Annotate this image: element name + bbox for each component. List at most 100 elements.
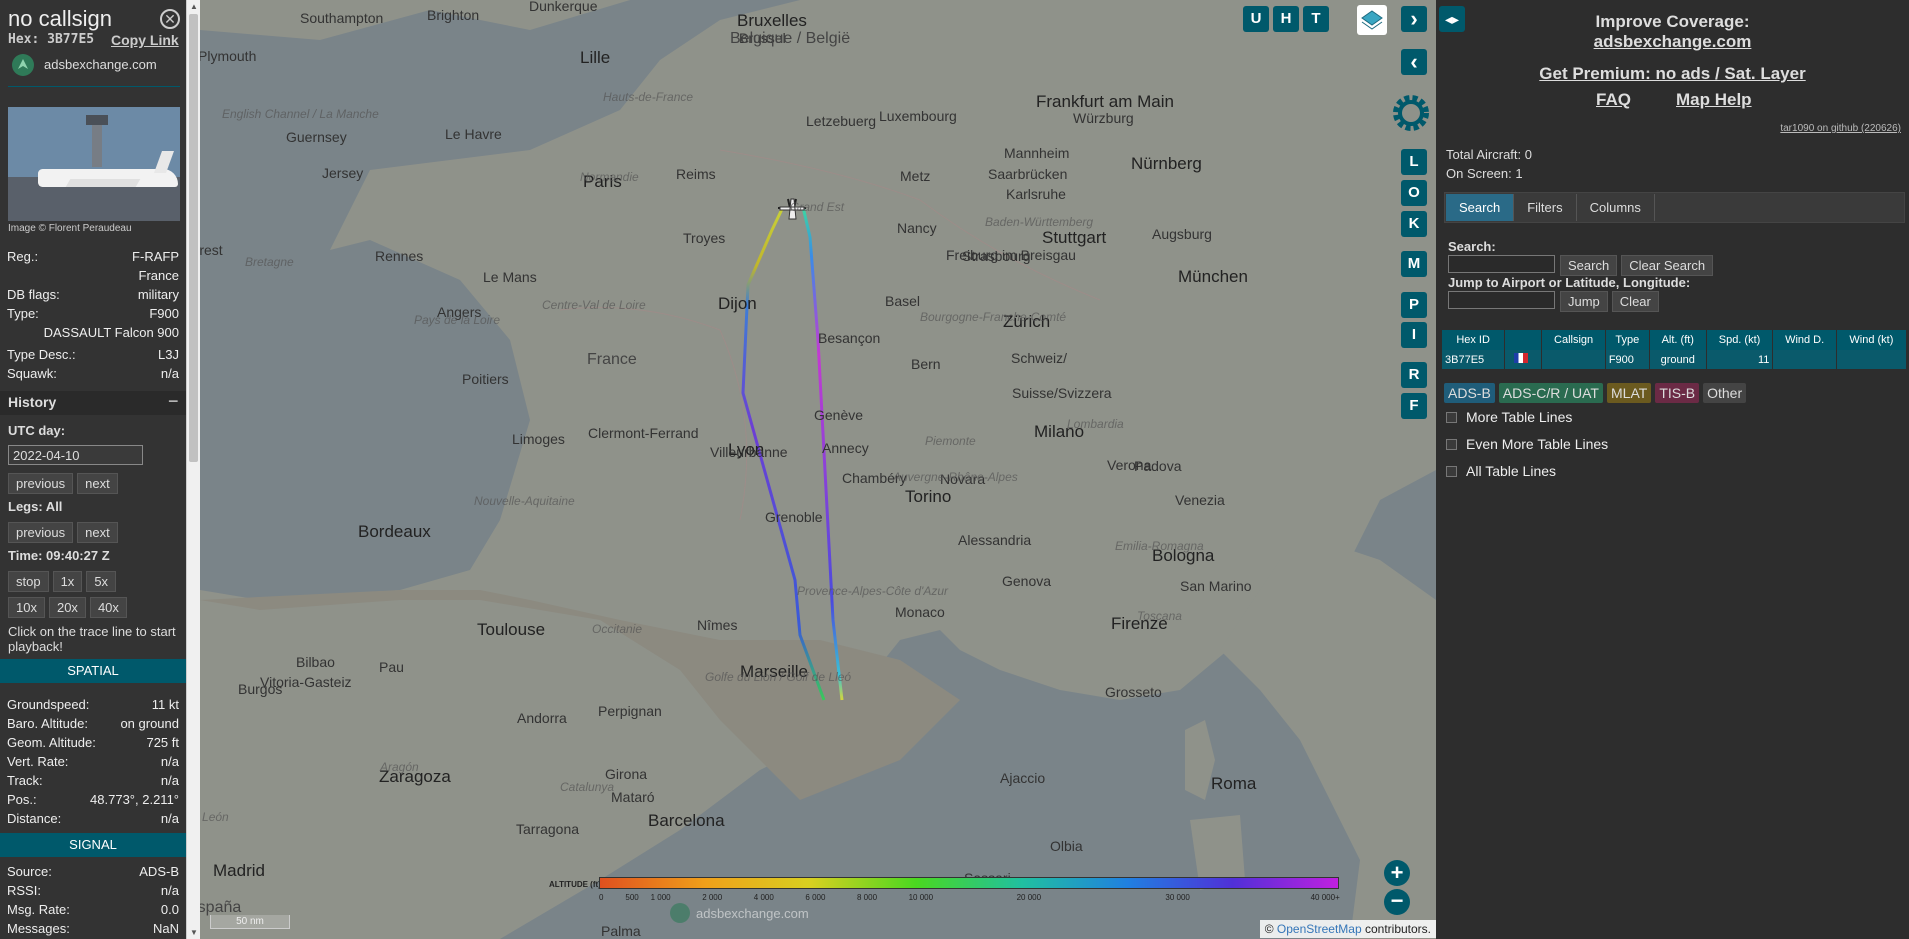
- table-row[interactable]: 3B77E5 F900 ground 11: [1442, 350, 1908, 369]
- zoom-out-button[interactable]: −: [1384, 889, 1410, 915]
- map-label: Perpignan: [598, 703, 662, 719]
- map-label: Guernsey: [286, 129, 347, 145]
- hex-label: Hex:: [8, 32, 40, 47]
- map-canvas[interactable]: Paris Rennes Le Mans Angers Poitiers Limoges B…: [200, 0, 1436, 939]
- map-help-link[interactable]: Map Help: [1676, 90, 1752, 110]
- github-link[interactable]: tar1090 on github (220626): [1780, 123, 1901, 134]
- map-button-h[interactable]: H: [1273, 6, 1299, 32]
- map-label: France: [587, 351, 637, 368]
- detail-row: Squawk: n/a: [0, 364, 186, 383]
- detail-row-label: Type:: [7, 306, 39, 321]
- altitude-tick: 4 000: [753, 893, 774, 902]
- checkbox-icon[interactable]: [1446, 439, 1457, 450]
- map-label: Basel: [885, 293, 921, 309]
- map-button-t[interactable]: T: [1303, 6, 1329, 32]
- map-button-l[interactable]: L: [1401, 149, 1427, 175]
- playback-hint: Click on the trace line to start playbac…: [8, 624, 176, 654]
- site-link[interactable]: adsbexchange.com: [44, 57, 157, 72]
- column-header[interactable]: Alt. (ft): [1649, 330, 1707, 350]
- checkbox-icon[interactable]: [1446, 412, 1457, 423]
- search-input[interactable]: [1448, 255, 1555, 273]
- map-label: Le Mans: [483, 269, 537, 285]
- map-button-r[interactable]: R: [1401, 362, 1427, 388]
- altitude-tick: 10 000: [908, 893, 934, 902]
- column-header[interactable]: Type: [1605, 330, 1650, 350]
- map-region-label: Lombardia: [1067, 417, 1124, 431]
- map-button-k[interactable]: K: [1401, 211, 1427, 237]
- map-label: Venezia: [1175, 492, 1225, 508]
- leg-next-button[interactable]: next: [77, 522, 118, 543]
- speed-20x-button[interactable]: 20x: [48, 597, 86, 618]
- faq-link[interactable]: FAQ: [1596, 90, 1631, 110]
- map-label: Nîmes: [697, 617, 738, 633]
- column-header[interactable]: Spd. (kt): [1706, 330, 1774, 350]
- copy-link[interactable]: Copy Link: [111, 32, 179, 48]
- map-label: Bordeaux: [358, 522, 431, 541]
- map-label: Nancy: [897, 220, 937, 236]
- jump-button[interactable]: Jump: [1560, 291, 1608, 312]
- column-header[interactable]: Callsign: [1541, 330, 1606, 350]
- source-tag: ADS-C/R / UAT: [1498, 383, 1603, 403]
- chevron-right-icon[interactable]: ›: [1401, 6, 1427, 32]
- settings-gear-icon[interactable]: [1388, 90, 1434, 136]
- map-label: Troyes: [683, 230, 726, 246]
- map-label: Metz: [900, 168, 931, 184]
- day-next-button[interactable]: next: [77, 473, 118, 494]
- speed-stop-button[interactable]: stop: [8, 571, 49, 592]
- clear-jump-button[interactable]: Clear: [1611, 291, 1659, 312]
- tab-search[interactable]: Search: [1446, 194, 1515, 221]
- day-previous-button[interactable]: previous: [8, 473, 74, 494]
- spatial-row-value: on ground: [120, 716, 179, 731]
- table-lines-checkbox[interactable]: All Table Lines: [1436, 458, 1608, 485]
- column-header[interactable]: Wind (kt): [1836, 330, 1908, 350]
- detail-row-label: DB flags:: [7, 287, 60, 302]
- zoom-in-button[interactable]: +: [1384, 860, 1410, 886]
- signal-row-label: Source:: [7, 864, 52, 879]
- signal-row-value: NaN: [152, 921, 179, 936]
- signal-row-label: Messages:: [7, 921, 70, 936]
- checkbox-label: All Table Lines: [1466, 463, 1557, 479]
- sidebar-scrollbar[interactable]: ▲ ▼: [186, 0, 200, 939]
- map-label: Dijon: [718, 294, 757, 313]
- map-button-i[interactable]: I: [1401, 322, 1427, 348]
- tab-columns[interactable]: Columns: [1577, 194, 1655, 221]
- spatial-row: Distance: n/a: [0, 809, 186, 828]
- speed-10x-button[interactable]: 10x: [8, 597, 45, 618]
- speed-1x-button[interactable]: 1x: [52, 571, 83, 592]
- chevron-left-icon[interactable]: ‹: [1401, 49, 1427, 75]
- map-label: Suisse/Svizzera: [1012, 385, 1112, 401]
- altitude-tick: 1 000: [650, 893, 671, 902]
- search-button[interactable]: Search: [1560, 255, 1618, 276]
- jump-input[interactable]: [1448, 291, 1555, 309]
- detail-row-value: n/a: [160, 366, 179, 381]
- map-label: Saarbrücken: [988, 166, 1068, 182]
- premium-link[interactable]: Get Premium: no ads / Sat. Layer: [1436, 64, 1909, 84]
- leg-previous-button[interactable]: previous: [8, 522, 74, 543]
- table-lines-checkbox[interactable]: More Table Lines: [1436, 404, 1608, 431]
- collapse-history-button[interactable]: −: [168, 391, 179, 412]
- map-button-f[interactable]: F: [1401, 393, 1427, 419]
- speed-40x-button[interactable]: 40x: [89, 597, 127, 618]
- close-icon[interactable]: ✕: [160, 9, 180, 29]
- jump-label: Jump to Airport or Latitude, Longitude:: [1448, 275, 1691, 290]
- map-button-p[interactable]: P: [1401, 292, 1427, 318]
- map-button-u[interactable]: U: [1243, 6, 1269, 32]
- tab-filters[interactable]: Filters: [1514, 194, 1577, 221]
- speed-5x-button[interactable]: 5x: [86, 571, 117, 592]
- map-label: Vitoria-Gasteiz: [260, 674, 352, 690]
- table-lines-checkbox[interactable]: Even More Table Lines: [1436, 431, 1608, 458]
- checkbox-icon[interactable]: [1446, 466, 1457, 477]
- flight-trace[interactable]: [200, 0, 1436, 939]
- utc-day-input[interactable]: 2022-04-10: [8, 445, 143, 465]
- column-header[interactable]: [1504, 330, 1543, 350]
- osm-link[interactable]: OpenStreetMap: [1277, 922, 1362, 936]
- column-header[interactable]: Wind D.: [1772, 330, 1837, 350]
- clear-search-button[interactable]: Clear Search: [1621, 255, 1714, 276]
- column-header[interactable]: Hex ID: [1442, 330, 1506, 350]
- aircraft-photo[interactable]: [8, 107, 180, 221]
- map-button-m[interactable]: M: [1401, 251, 1427, 277]
- improve-coverage-link[interactable]: adsbexchange.com: [1436, 32, 1909, 52]
- layers-icon[interactable]: [1357, 5, 1387, 35]
- signal-row: Msg. Rate: 0.0: [0, 900, 186, 919]
- map-button-o[interactable]: O: [1401, 180, 1427, 206]
